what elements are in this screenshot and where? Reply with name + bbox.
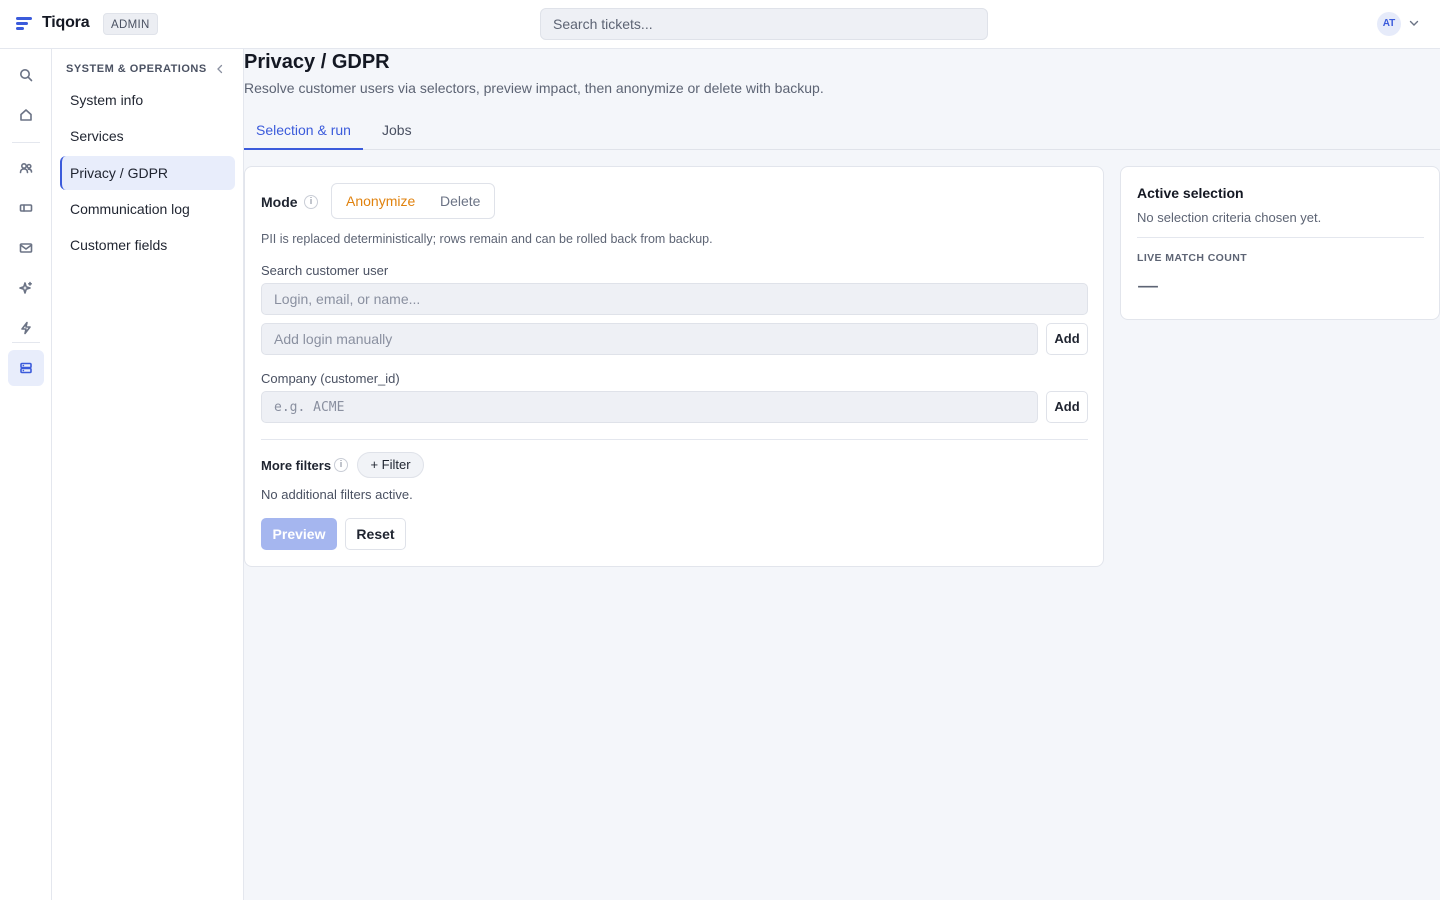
company-label: Company (customer_id) [261, 371, 400, 386]
manual-login-input[interactable] [261, 323, 1038, 355]
info-icon[interactable]: i [304, 195, 318, 209]
sidebar-item-privacy-gdpr[interactable]: Privacy / GDPR [60, 156, 235, 190]
menu-icon[interactable] [16, 17, 32, 31]
add-filter-button[interactable]: + Filter [357, 452, 424, 478]
preview-button[interactable]: Preview [261, 518, 337, 550]
tab-bar: Selection & run Jobs [244, 110, 1440, 150]
mode-anonymize-button[interactable]: Anonymize [332, 184, 429, 218]
selection-card: Mode i Anonymize Delete PII is replaced … [244, 166, 1104, 567]
top-bar: Tiqora ADMIN AT [0, 0, 1440, 49]
rail-tickets-button[interactable] [8, 190, 44, 226]
active-selection-empty: No selection criteria chosen yet. [1137, 210, 1322, 225]
lightning-icon [21, 321, 31, 335]
brand-name[interactable]: Tiqora [42, 14, 90, 32]
mode-label: Mode [261, 194, 298, 210]
tab-selection-run[interactable]: Selection & run [244, 110, 363, 150]
live-match-count-value: — [1137, 274, 1159, 299]
page-title: Privacy / GDPR [244, 51, 390, 73]
divider [261, 439, 1088, 440]
add-company-button[interactable]: Add [1046, 391, 1088, 423]
page-subtitle: Resolve customer users via selectors, pr… [244, 80, 824, 96]
chevron-left-icon[interactable] [215, 64, 225, 74]
icon-rail [0, 49, 52, 900]
divider [1137, 237, 1424, 238]
no-filters-text: No additional filters active. [261, 487, 413, 502]
search-customer-label: Search customer user [261, 263, 389, 278]
live-match-count-label: LIVE MATCH COUNT [1137, 252, 1248, 264]
section-sidebar: SYSTEM & OPERATIONS System info Services… [52, 49, 244, 900]
users-icon [19, 162, 33, 174]
add-login-button[interactable]: Add [1046, 323, 1088, 355]
rail-mail-button[interactable] [8, 230, 44, 266]
sparkle-icon [19, 281, 32, 294]
ticket-search-input[interactable] [540, 8, 988, 40]
mode-help-text: PII is replaced deterministically; rows … [261, 232, 713, 246]
chevron-down-icon[interactable] [1409, 18, 1419, 28]
section-title: SYSTEM & OPERATIONS [66, 63, 207, 75]
active-selection-card: Active selection No selection criteria c… [1120, 166, 1440, 320]
rail-system-button[interactable] [8, 350, 44, 386]
info-icon[interactable]: i [334, 458, 348, 472]
mode-delete-button[interactable]: Delete [426, 184, 494, 218]
reset-button[interactable]: Reset [345, 518, 406, 550]
rail-automation-button[interactable] [8, 310, 44, 346]
customer-search-input[interactable] [261, 283, 1088, 315]
more-filters-label: More filters [261, 458, 332, 473]
rail-search-button[interactable] [8, 57, 44, 93]
home-icon [20, 109, 32, 121]
rail-ai-button[interactable] [8, 270, 44, 306]
active-selection-title: Active selection [1137, 185, 1244, 201]
sidebar-item-communication-log[interactable]: Communication log [60, 192, 235, 226]
mode-segmented-control: Anonymize Delete [331, 183, 495, 219]
tab-jobs[interactable]: Jobs [370, 110, 424, 150]
mail-icon [19, 243, 33, 253]
company-input[interactable] [261, 391, 1038, 423]
sidebar-item-system-info[interactable]: System info [60, 83, 235, 117]
rail-divider [12, 342, 40, 343]
search-icon [20, 69, 33, 82]
rail-divider [12, 142, 40, 143]
rail-users-button[interactable] [8, 150, 44, 186]
sidebar-item-customer-fields[interactable]: Customer fields [60, 228, 235, 262]
server-icon [20, 362, 32, 374]
sidebar-item-services[interactable]: Services [60, 119, 235, 153]
ticket-icon [19, 204, 33, 212]
admin-badge: ADMIN [103, 13, 158, 35]
avatar[interactable]: AT [1377, 12, 1401, 36]
rail-home-button[interactable] [8, 97, 44, 133]
